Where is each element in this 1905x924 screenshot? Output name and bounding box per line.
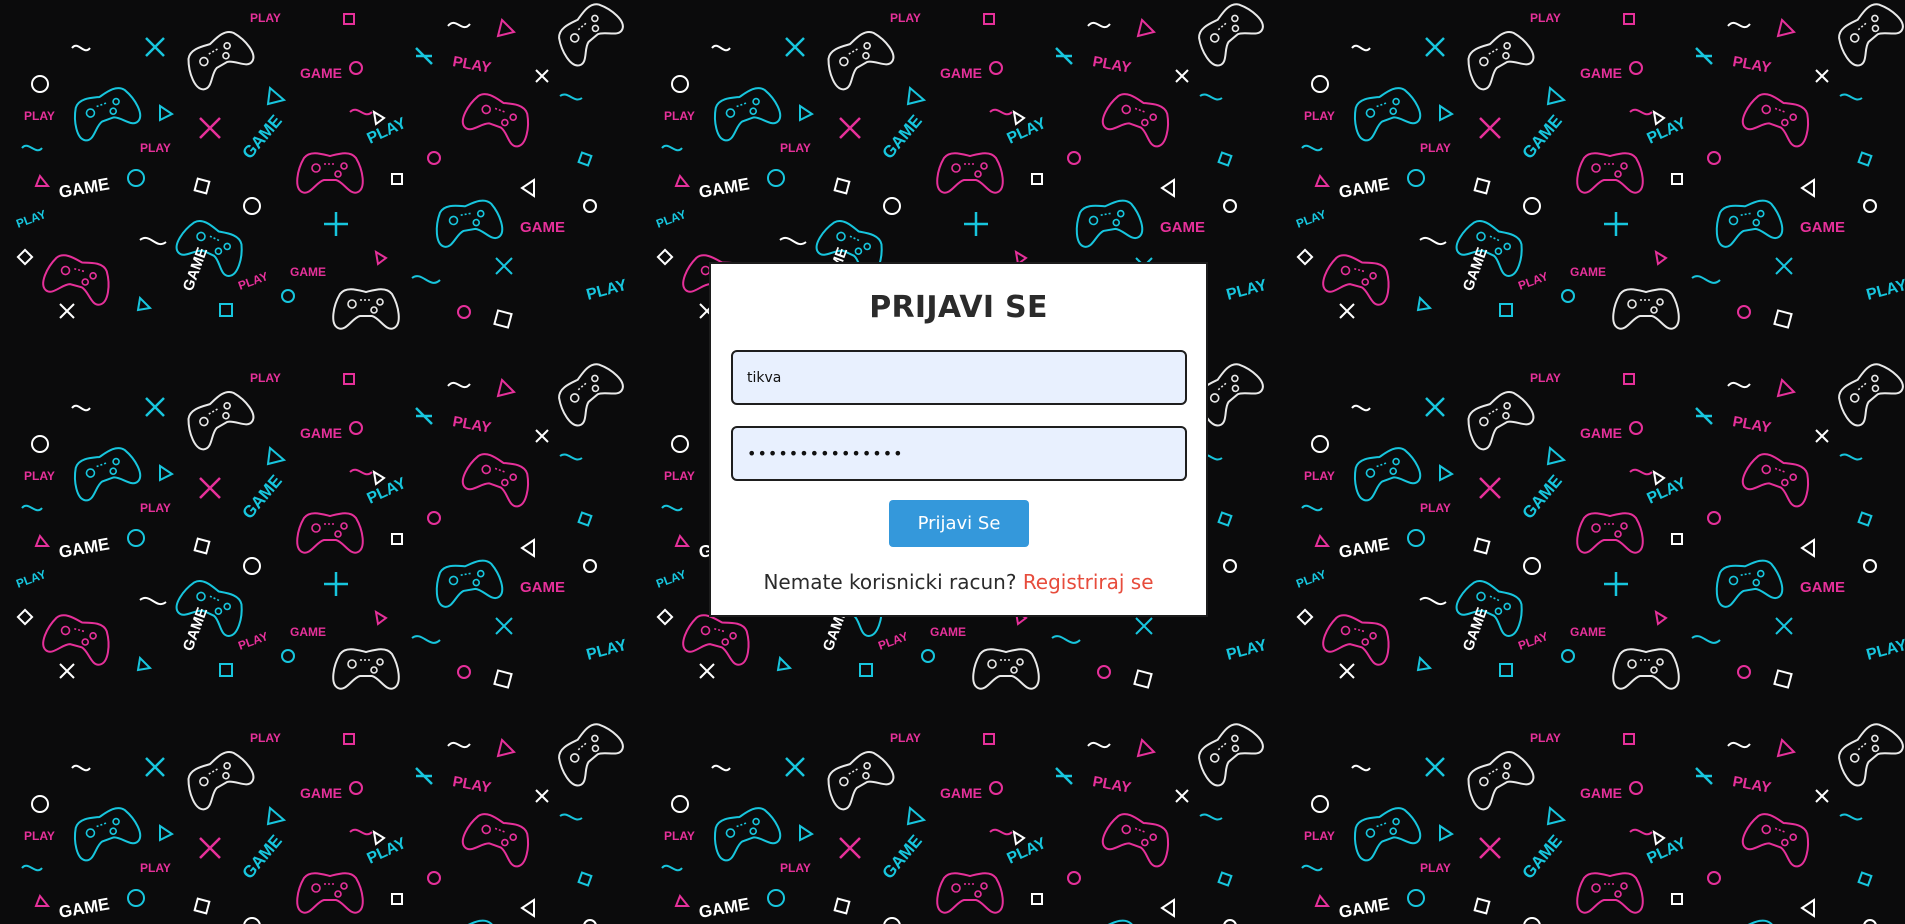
login-form: PRIJAVI SE Prijavi Se Nemate korisnicki …: [709, 262, 1208, 617]
register-link[interactable]: Registriraj se: [1023, 570, 1154, 594]
login-title: PRIJAVI SE: [869, 290, 1048, 325]
username-input[interactable]: [731, 350, 1187, 405]
login-button[interactable]: Prijavi Se: [889, 500, 1029, 547]
no-account-text: Nemate korisnicki racun?: [763, 570, 1017, 594]
password-input[interactable]: [731, 426, 1187, 481]
register-prompt: Nemate korisnicki racun? Registriraj se: [711, 570, 1206, 594]
